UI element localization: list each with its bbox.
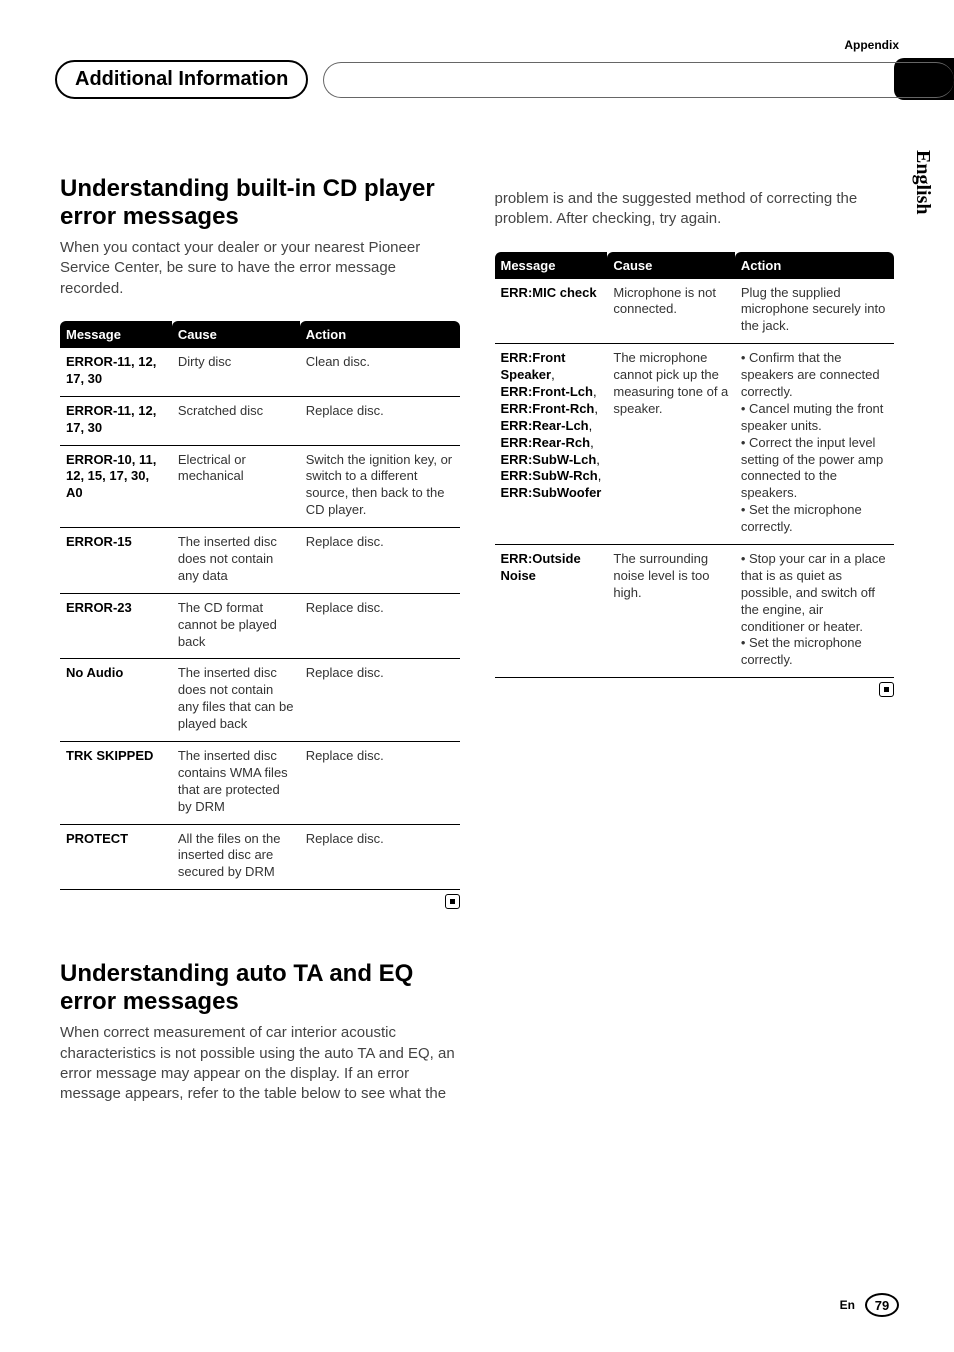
table-row: ERR:Outside NoiseThe surrounding noise l… — [495, 544, 895, 677]
cell-action: Replace disc. — [300, 659, 460, 742]
cell-action: Switch the ignition key, or switch to a … — [300, 445, 460, 528]
cell-message: PROTECT — [60, 824, 172, 890]
cell-message: ERROR-10, 11, 12, 15, 17, 30, A0 — [60, 445, 172, 528]
table-row: PROTECTAll the files on the inserted dis… — [60, 824, 460, 890]
col-header-cause: Cause — [607, 252, 734, 279]
col-header-message: Message — [495, 252, 608, 279]
cell-cause: Microphone is not connected. — [607, 279, 734, 344]
cell-message: No Audio — [60, 659, 172, 742]
cell-action: Replace disc. — [300, 593, 460, 659]
cell-cause: The CD format cannot be played back — [172, 593, 300, 659]
cell-cause: All the files on the inserted disc are s… — [172, 824, 300, 890]
left-column: Understanding built-in CD player error m… — [60, 175, 460, 1126]
cell-action: Clean disc. — [300, 348, 460, 396]
cell-message: ERROR-11, 12, 17, 30 — [60, 348, 172, 396]
cell-action: Replace disc. — [300, 396, 460, 445]
taeq-error-table: Message Cause Action ERR:MIC checkMicrop… — [495, 252, 895, 679]
cell-cause: The microphone cannot pick up the measur… — [607, 344, 734, 545]
col-header-action: Action — [735, 252, 894, 279]
cell-cause: The inserted disc does not contain any d… — [172, 528, 300, 594]
col-header-message: Message — [60, 321, 172, 348]
section-end-icon — [60, 894, 460, 912]
section1-heading: Understanding built-in CD player error m… — [60, 175, 460, 230]
cell-action: Replace disc. — [300, 741, 460, 824]
cell-action: Replace disc. — [300, 824, 460, 890]
title-bar: Additional Information — [55, 60, 899, 99]
cell-action: Plug the supplied microphone securely in… — [735, 279, 894, 344]
appendix-label: Appendix — [844, 38, 899, 52]
section1-intro: When you contact your dealer or your nea… — [60, 238, 460, 299]
page-number: 79 — [865, 1293, 899, 1317]
cell-message: ERR:Outside Noise — [495, 544, 608, 677]
cell-message: ERR:Front Speaker, ERR:Front-Lch, ERR:Fr… — [495, 344, 608, 545]
cell-action: • Stop your car in a place that is as qu… — [735, 544, 894, 677]
cell-action: • Confirm that the speakers are connecte… — [735, 344, 894, 545]
cell-message: TRK SKIPPED — [60, 741, 172, 824]
title-decor — [323, 62, 954, 98]
section-end-icon — [495, 682, 895, 700]
right-column: problem is and the suggested method of c… — [495, 175, 895, 1126]
cell-cause: The surrounding noise level is too high. — [607, 544, 734, 677]
cell-cause: Scratched disc — [172, 396, 300, 445]
cell-cause: The inserted disc contains WMA files tha… — [172, 741, 300, 824]
cell-action: Replace disc. — [300, 528, 460, 594]
table-row: ERR:MIC checkMicrophone is not connected… — [495, 279, 895, 344]
cell-cause: Dirty disc — [172, 348, 300, 396]
page-title-pill: Additional Information — [55, 60, 308, 99]
section2-intro-part1: When correct measurement of car interior… — [60, 1023, 460, 1104]
col-header-action: Action — [300, 321, 460, 348]
cell-message: ERR:MIC check — [495, 279, 608, 344]
table-row: ERROR-11, 12, 17, 30Scratched discReplac… — [60, 396, 460, 445]
table-row: ERROR-23The CD format cannot be played b… — [60, 593, 460, 659]
section2-heading: Understanding auto TA and EQ error messa… — [60, 960, 460, 1015]
table-row: TRK SKIPPEDThe inserted disc contains WM… — [60, 741, 460, 824]
table-row: ERROR-11, 12, 17, 30Dirty discClean disc… — [60, 348, 460, 396]
language-tab: English — [911, 150, 934, 214]
cell-message: ERROR-23 — [60, 593, 172, 659]
cell-message: ERROR-11, 12, 17, 30 — [60, 396, 172, 445]
footer-lang: En — [840, 1298, 855, 1312]
table-row: No AudioThe inserted disc does not conta… — [60, 659, 460, 742]
section2-intro-part2: problem is and the suggested method of c… — [495, 189, 895, 230]
table-row: ERROR-10, 11, 12, 15, 17, 30, A0Electric… — [60, 445, 460, 528]
cell-message: ERROR-15 — [60, 528, 172, 594]
cd-error-table: Message Cause Action ERROR-11, 12, 17, 3… — [60, 321, 460, 890]
cell-cause: Electrical or mechanical — [172, 445, 300, 528]
table-row: ERR:Front Speaker, ERR:Front-Lch, ERR:Fr… — [495, 344, 895, 545]
table-row: ERROR-15The inserted disc does not conta… — [60, 528, 460, 594]
cell-cause: The inserted disc does not contain any f… — [172, 659, 300, 742]
col-header-cause: Cause — [172, 321, 300, 348]
page-footer: En 79 — [840, 1293, 899, 1317]
